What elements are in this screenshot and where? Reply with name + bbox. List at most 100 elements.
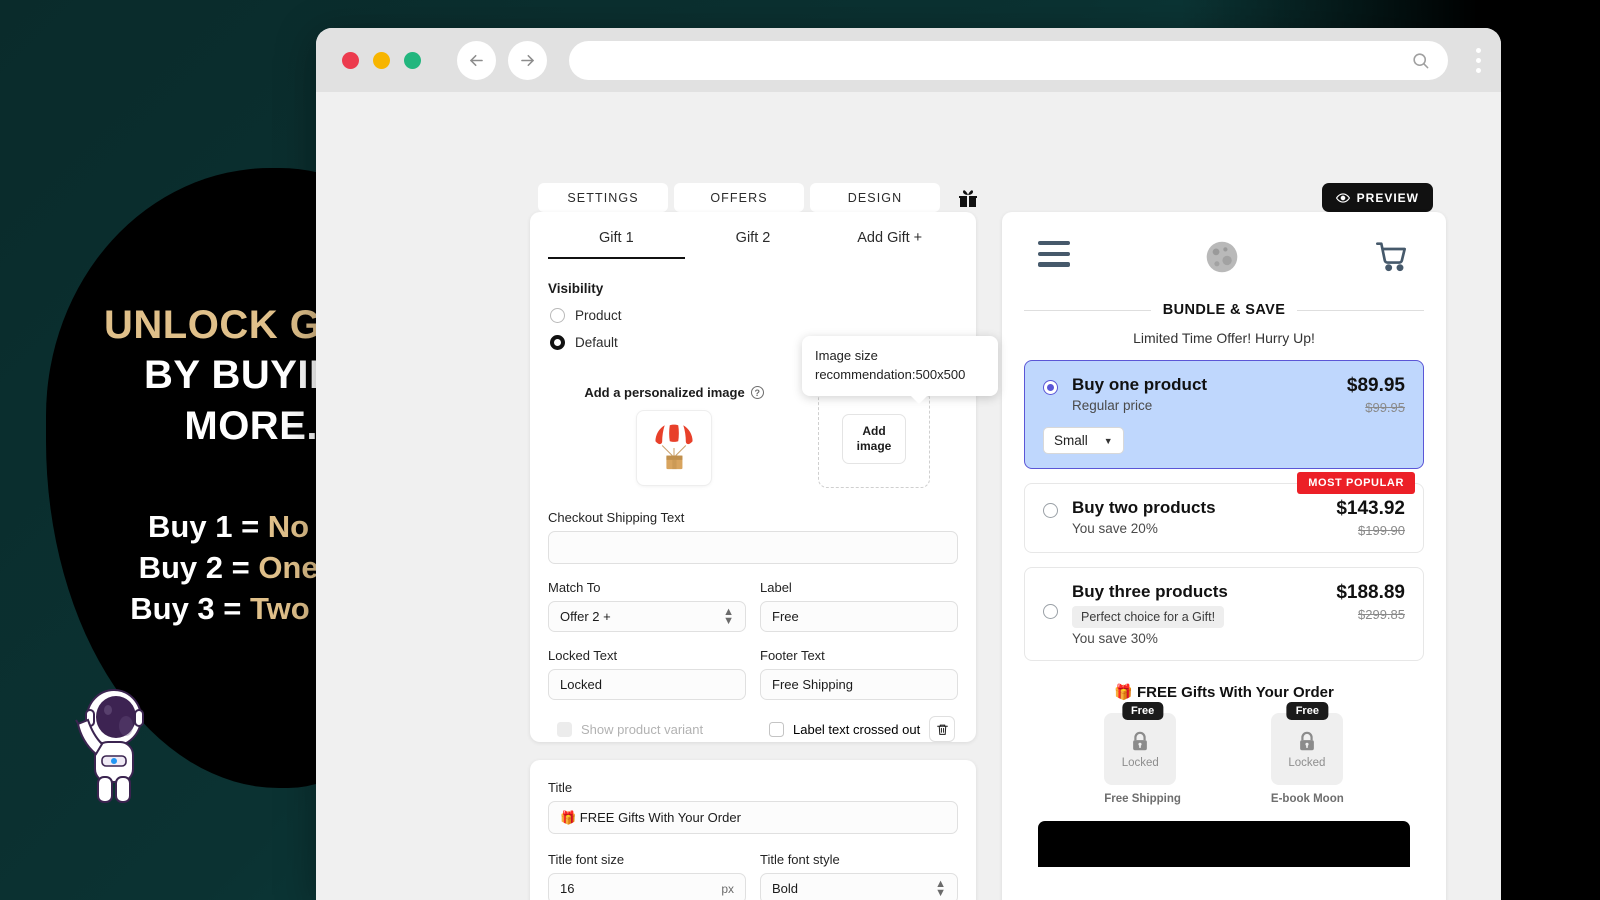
offer-3-sub: You save 30%	[1072, 631, 1158, 646]
offer-3-text: Buy three products Perfect choice for a …	[1072, 582, 1228, 646]
add-image-button-line1: Add	[862, 424, 886, 438]
kebab-dot	[1476, 57, 1481, 63]
bundle-heading-row: BUNDLE & SAVE	[1024, 302, 1424, 318]
screenshot-root: UNLOCK GIFTS BY BUYING MORE.. Buy 1 = No…	[0, 0, 1600, 900]
close-window-button[interactable]	[342, 51, 359, 69]
tooltip-line-2: recommendation:500x500	[815, 366, 966, 382]
offer-3-name: Buy three products	[1072, 582, 1228, 601]
browser-window: SETTINGS OFFERS DESIGN PREVIEW Gift 1 Gi…	[316, 28, 1501, 900]
offer-1-price-old: $99.95	[1365, 400, 1405, 415]
gift-icon[interactable]	[956, 186, 980, 210]
label-field-label: Label	[760, 580, 792, 595]
gift-slot-2[interactable]: Free Locked E-book Moon	[1270, 702, 1344, 805]
show-product-variant-checkbox[interactable]	[557, 721, 572, 737]
offer-1-price: $89.95	[1346, 375, 1405, 396]
title-font-style-value: Bold	[772, 881, 799, 896]
locked-text-input[interactable]: Locked	[548, 669, 746, 700]
label-crossed-out-row[interactable]: Label text crossed out	[760, 716, 958, 742]
forward-button[interactable]	[508, 40, 547, 80]
image-size-tooltip: Image size recommendation:500x500	[802, 336, 998, 404]
tab-offers[interactable]: OFFERS	[674, 183, 804, 212]
shopping-cart-icon[interactable]	[1374, 241, 1410, 273]
label-crossed-out-checkbox[interactable]	[769, 721, 784, 737]
preview-button[interactable]: PREVIEW	[1321, 183, 1433, 212]
offer-option-3[interactable]: Buy three products Perfect choice for a …	[1024, 567, 1424, 661]
gift-2-caption: E-book Moon	[1270, 793, 1344, 805]
title-settings-card: Title 🎁 FREE Gifts With Your Order Title…	[530, 760, 976, 900]
parachute-package-icon	[655, 422, 693, 470]
hamburger-menu-icon[interactable]	[1038, 240, 1070, 273]
add-image-button-line2: image	[856, 439, 892, 453]
title-field-label: Title	[548, 780, 573, 795]
burger-line	[1038, 240, 1070, 246]
offer-3-pill: Perfect choice for a Gift!	[1072, 606, 1225, 628]
tab-settings[interactable]: SETTINGS	[538, 183, 668, 212]
show-product-variant-row[interactable]: Show product variant	[548, 716, 746, 742]
search-icon	[1413, 52, 1429, 68]
offer-2-price-old: $199.90	[1358, 523, 1405, 538]
match-to-select[interactable]: Offer 2 + ▲ ▼	[548, 601, 746, 632]
add-to-cart-button[interactable]	[1038, 821, 1410, 867]
offer-1-name: Buy one product	[1072, 375, 1208, 394]
maximize-window-button[interactable]	[404, 51, 421, 69]
kebab-dot	[1476, 67, 1481, 73]
gift-2-free-tag: Free	[1286, 702, 1328, 720]
tab-design-label: DESIGN	[847, 190, 903, 205]
personalized-image-thumbnail[interactable]	[637, 411, 711, 485]
title-input[interactable]: 🎁 FREE Gifts With Your Order	[548, 801, 958, 834]
address-bar[interactable]	[569, 40, 1448, 80]
offer-1-variant-select[interactable]: Small ▼	[1043, 427, 1124, 454]
tab-design[interactable]: DESIGN	[810, 183, 940, 212]
minimize-window-button[interactable]	[373, 51, 390, 69]
gift-2-state: Locked	[1288, 756, 1326, 769]
add-image-dropzone[interactable]: Add image	[818, 390, 930, 488]
offer-2-main: Buy two products You save 20% $143.92 $1…	[1043, 498, 1405, 538]
promo-tier-1-prefix: Buy 1 =	[148, 509, 268, 545]
visibility-heading: Visibility	[548, 281, 604, 296]
offer-3-main: Buy three products Perfect choice for a …	[1043, 582, 1405, 646]
radio-product[interactable]	[550, 308, 565, 323]
delete-gift-button[interactable]	[929, 716, 956, 742]
footer-text-input[interactable]: Free Shipping	[760, 669, 958, 700]
offer-2-prices: $143.92 $199.90	[1336, 498, 1405, 538]
tab-add-gift-label: Add Gift +	[857, 230, 923, 246]
offer-3-radio[interactable]	[1043, 604, 1058, 619]
title-font-style-group: Title font style Bold ▲ ▼	[760, 852, 958, 900]
title-font-style-select[interactable]: Bold ▲ ▼	[760, 873, 958, 900]
label-input[interactable]: Free	[760, 601, 958, 632]
offer-1-radio[interactable]	[1043, 380, 1058, 395]
checkout-shipping-input[interactable]	[548, 531, 958, 564]
radio-default[interactable]	[550, 335, 565, 350]
title-font-size-input[interactable]: 16 px	[548, 873, 746, 900]
offer-2-sub: You save 20%	[1072, 521, 1158, 536]
offer-1-variant-value: Small	[1054, 433, 1088, 448]
offer-option-1[interactable]: Buy one product Regular price $89.95 $99…	[1024, 360, 1424, 469]
back-button[interactable]	[457, 40, 496, 80]
window-controls	[342, 51, 421, 69]
offer-1-prices: $89.95 $99.95	[1347, 375, 1405, 415]
arrow-right-icon	[521, 54, 534, 66]
offer-2-radio[interactable]	[1043, 503, 1058, 518]
title-font-size-group: Title font size 16 px	[548, 852, 746, 900]
tab-gift-2[interactable]: Gift 2	[685, 230, 822, 259]
gift-1-free-tag: Free	[1121, 702, 1164, 720]
offer-1-text: Buy one product Regular price	[1072, 375, 1207, 413]
add-image-button[interactable]: Add image	[841, 414, 907, 464]
tab-add-gift[interactable]: Add Gift +	[821, 230, 958, 259]
offer-option-2[interactable]: MOST POPULAR Buy two products You save 2…	[1024, 472, 1424, 553]
tab-gift-1[interactable]: Gift 1	[548, 230, 685, 259]
preview-button-label: PREVIEW	[1356, 190, 1419, 205]
title-value: 🎁 FREE Gifts With Your Order	[560, 809, 741, 825]
label-group: Label Free	[760, 580, 958, 632]
free-gifts-row: Free Locked Free Shipping Free Locked E-…	[1024, 702, 1424, 805]
browser-menu-button[interactable]	[1476, 47, 1481, 73]
visibility-option-product[interactable]: Product	[530, 296, 976, 323]
gift-editor-card: Gift 1 Gift 2 Add Gift + Visibility Prod…	[530, 212, 998, 742]
offer-2-name: Buy two products	[1072, 498, 1216, 517]
match-to-group: Match To Offer 2 + ▲ ▼	[548, 580, 746, 632]
gift-slot-1[interactable]: Free Locked Free Shipping	[1104, 702, 1181, 805]
kebab-dot	[1476, 47, 1481, 53]
label-value: Free	[772, 609, 799, 624]
question-mark-icon[interactable]: ?	[750, 386, 764, 399]
offer-2-text: Buy two products You save 20%	[1072, 498, 1216, 536]
